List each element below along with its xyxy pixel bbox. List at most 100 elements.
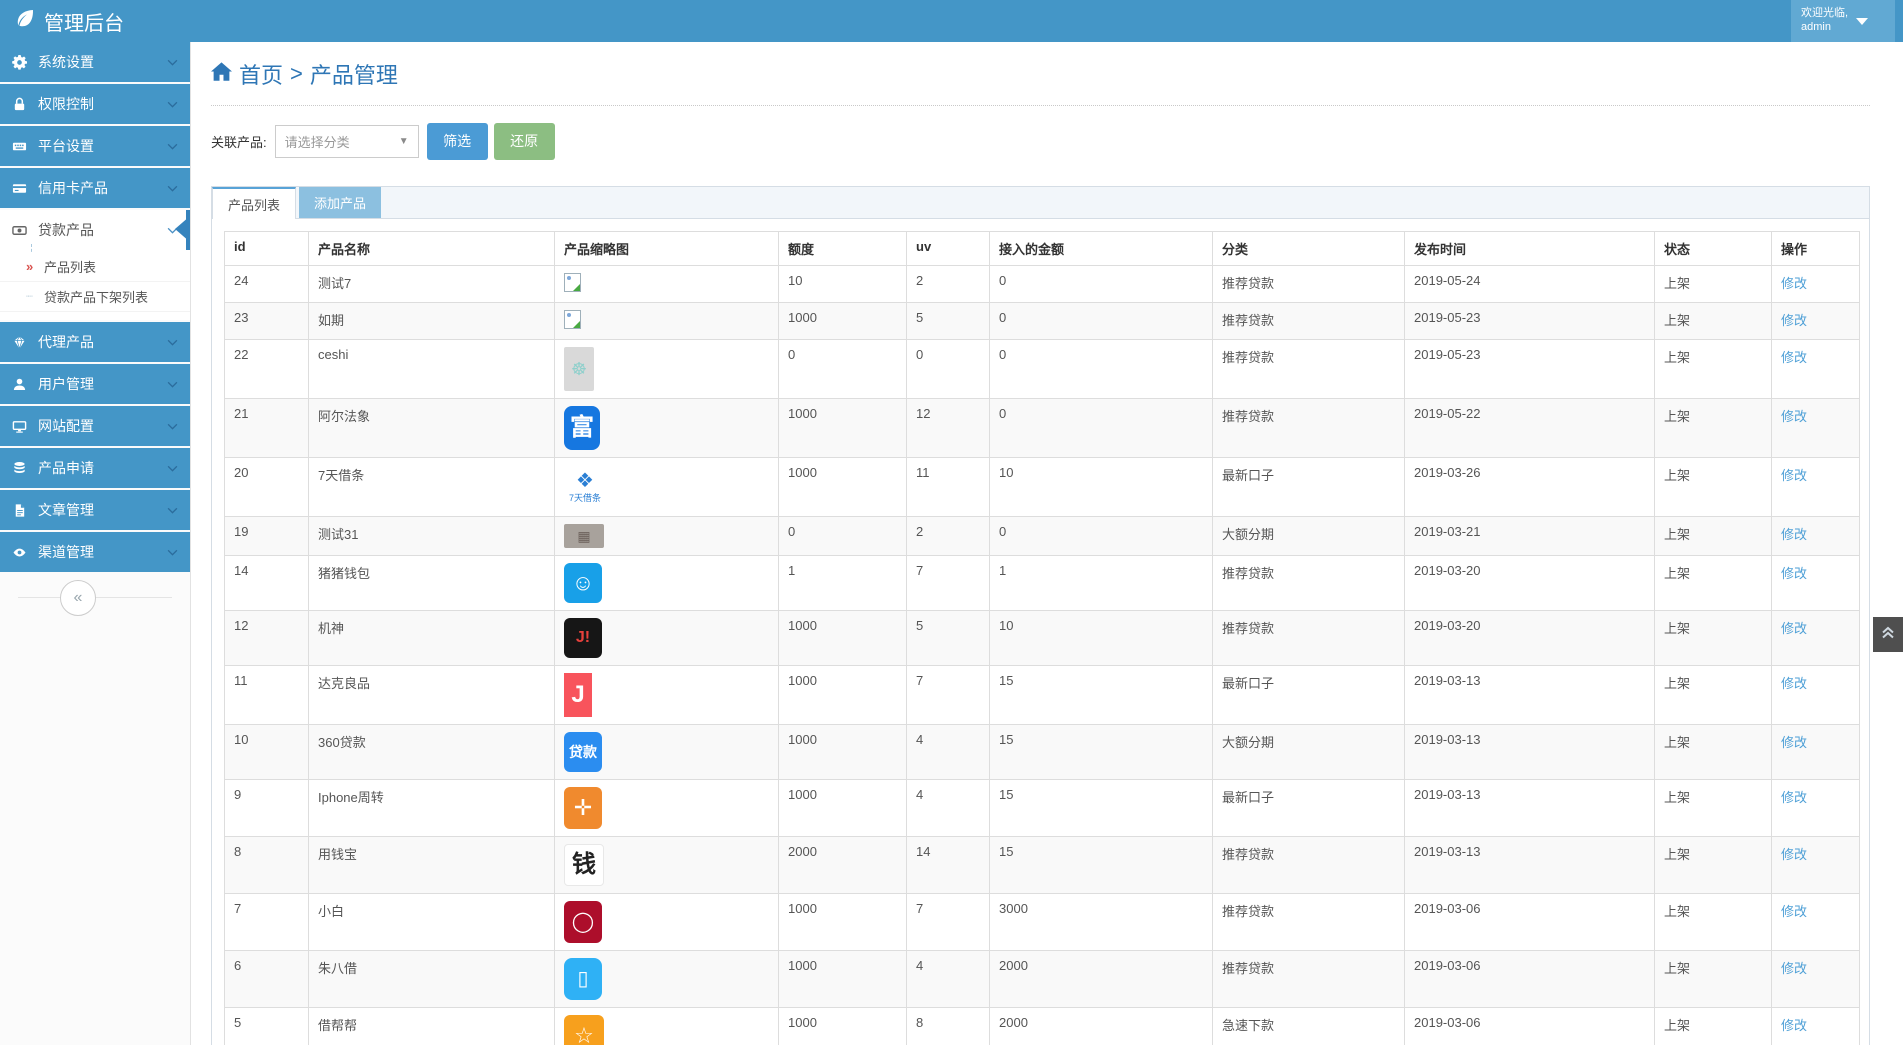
- cell-uv: 7: [906, 555, 990, 611]
- reset-button[interactable]: 还原: [493, 122, 555, 160]
- edit-link[interactable]: 修改: [1781, 468, 1807, 483]
- cell-product-name: ceshi: [308, 339, 555, 399]
- submenu-item-product-list[interactable]: » 产品列表: [0, 252, 190, 282]
- category-select[interactable]: 请选择分类 ▼: [274, 124, 419, 158]
- cell-publish-date: 2019-03-13: [1404, 724, 1655, 780]
- sidebar-item-permissions[interactable]: 权限控制: [0, 84, 190, 124]
- edit-link[interactable]: 修改: [1781, 790, 1807, 805]
- col-thumbnail: 产品缩略图: [554, 231, 779, 266]
- table-row: 24 测试7 10 2 0 推荐贷款 2019-05-24 上架 修改: [224, 265, 1860, 303]
- cell-publish-date: 2019-03-26: [1404, 457, 1655, 517]
- cell-id: 24: [224, 265, 309, 303]
- cell-status: 上架: [1654, 836, 1772, 894]
- app-title: 管理后台: [44, 12, 124, 35]
- cell-quota: 1000: [778, 779, 907, 837]
- table-row: 6 朱八借 ▯ 1000 4 2000 推荐贷款 2019-03-06 上架 修…: [224, 950, 1860, 1008]
- select-caret-icon: ▼: [398, 135, 409, 147]
- edit-link[interactable]: 修改: [1781, 566, 1807, 581]
- cell-category: 推荐贷款: [1212, 610, 1405, 666]
- edit-link[interactable]: 修改: [1781, 276, 1807, 291]
- edit-link[interactable]: 修改: [1781, 676, 1807, 691]
- cell-category: 推荐贷款: [1212, 302, 1405, 340]
- table-row: 9 Iphone周转 ✛ 1000 4 15 最新口子 2019-03-13 上…: [224, 779, 1860, 837]
- sidebar-collapse-button[interactable]: «: [60, 580, 96, 616]
- product-thumbnail-image: ✛: [564, 787, 602, 829]
- breadcrumb-current: 产品管理: [309, 63, 398, 88]
- edit-link[interactable]: 修改: [1781, 313, 1807, 328]
- sidebar-collapse-row: «: [0, 576, 190, 620]
- cell-status: 上架: [1654, 665, 1772, 725]
- sidebar-item-channel-management[interactable]: 渠道管理: [0, 532, 190, 572]
- back-to-top-button[interactable]: [1873, 617, 1903, 652]
- cell-category: 大额分期: [1212, 516, 1405, 556]
- cell-id: 12: [224, 610, 309, 666]
- user-menu[interactable]: 欢迎光临, admin: [1791, 0, 1895, 42]
- sidebar-item-system-settings[interactable]: 系统设置: [0, 42, 190, 82]
- submenu-item-loan-offline-list[interactable]: ┈ 贷款产品下架列表: [0, 282, 190, 312]
- edit-link[interactable]: 修改: [1781, 735, 1807, 750]
- sidebar-item-agent-products[interactable]: 代理产品: [0, 322, 190, 362]
- cell-id: 14: [224, 555, 309, 611]
- edit-link[interactable]: 修改: [1781, 904, 1807, 919]
- cell-status: 上架: [1654, 779, 1772, 837]
- sidebar-item-label: 网站配置: [38, 418, 94, 434]
- sidebar-item-user-management[interactable]: 用户管理: [0, 364, 190, 404]
- breadcrumb: 首页 > 产品管理: [211, 58, 1870, 90]
- lock-icon: [12, 97, 38, 112]
- cell-uv: 12: [906, 398, 990, 458]
- cell-status: 上架: [1654, 555, 1772, 611]
- sidebar-item-credit-card-products[interactable]: 信用卡产品: [0, 168, 190, 208]
- cell-category: 最新口子: [1212, 457, 1405, 517]
- col-id: id: [224, 231, 309, 266]
- edit-link[interactable]: 修改: [1781, 847, 1807, 862]
- tab-product-list[interactable]: 产品列表: [212, 187, 297, 219]
- breadcrumb-home[interactable]: 首页: [239, 58, 283, 90]
- tab-add-product[interactable]: 添加产品: [299, 187, 382, 218]
- collapse-icon: «: [73, 589, 83, 606]
- cell-thumbnail: 钱: [554, 836, 779, 894]
- edit-link[interactable]: 修改: [1781, 409, 1807, 424]
- edit-link[interactable]: 修改: [1781, 527, 1807, 542]
- cell-uv: 2: [906, 516, 990, 556]
- cell-id: 20: [224, 457, 309, 517]
- sidebar-item-label: 代理产品: [38, 334, 94, 350]
- sidebar-item-article-management[interactable]: 文章管理: [0, 490, 190, 530]
- filter-label: 关联产品:: [211, 134, 267, 150]
- cell-uv: 4: [906, 724, 990, 780]
- cell-quota: 1000: [778, 302, 907, 340]
- edit-link[interactable]: 修改: [1781, 961, 1807, 976]
- chevron-down-icon: [167, 185, 178, 192]
- main-content: 首页 > 产品管理 关联产品: 请选择分类 ▼ 筛选 还原 产品列表 添加产品: [190, 42, 1903, 1045]
- table-row: 21 阿尔法象 富 1000 12 0 推荐贷款 2019-05-22 上架 修…: [224, 398, 1860, 458]
- cell-category: 推荐贷款: [1212, 950, 1405, 1008]
- cell-product-name: 阿尔法象: [308, 398, 555, 458]
- table-row: 7 小白 ◯ 1000 7 3000 推荐贷款 2019-03-06 上架 修改: [224, 893, 1860, 951]
- cell-amount: 15: [989, 724, 1213, 780]
- table-row: 23 如期 1000 5 0 推荐贷款 2019-05-23 上架 修改: [224, 302, 1860, 340]
- product-thumbnail-image: ☺: [564, 563, 602, 603]
- cell-amount: 10: [989, 457, 1213, 517]
- cell-action: 修改: [1771, 265, 1860, 303]
- monitor-icon: [12, 419, 38, 434]
- chevron-down-icon: [167, 339, 178, 346]
- sidebar-item-platform-settings[interactable]: 平台设置: [0, 126, 190, 166]
- cell-product-name: 达克良品: [308, 665, 555, 725]
- sidebar-item-loan-products[interactable]: 贷款产品: [0, 210, 190, 250]
- edit-link[interactable]: 修改: [1781, 350, 1807, 365]
- cell-quota: 0: [778, 516, 907, 556]
- cell-uv: 7: [906, 665, 990, 725]
- cell-product-name: Iphone周转: [308, 779, 555, 837]
- edit-link[interactable]: 修改: [1781, 1018, 1807, 1033]
- submenu-item-label: 产品列表: [44, 260, 97, 275]
- cell-uv: 14: [906, 836, 990, 894]
- sidebar-item-product-apply[interactable]: 产品申请: [0, 448, 190, 488]
- active-group-arrow: [175, 216, 190, 242]
- cell-action: 修改: [1771, 836, 1860, 894]
- sidebar-item-site-config[interactable]: 网站配置: [0, 406, 190, 446]
- cell-status: 上架: [1654, 265, 1772, 303]
- cell-amount: 2000: [989, 950, 1213, 1008]
- cell-category: 推荐贷款: [1212, 555, 1405, 611]
- cell-action: 修改: [1771, 1007, 1860, 1045]
- filter-button[interactable]: 筛选: [426, 122, 488, 160]
- edit-link[interactable]: 修改: [1781, 621, 1807, 636]
